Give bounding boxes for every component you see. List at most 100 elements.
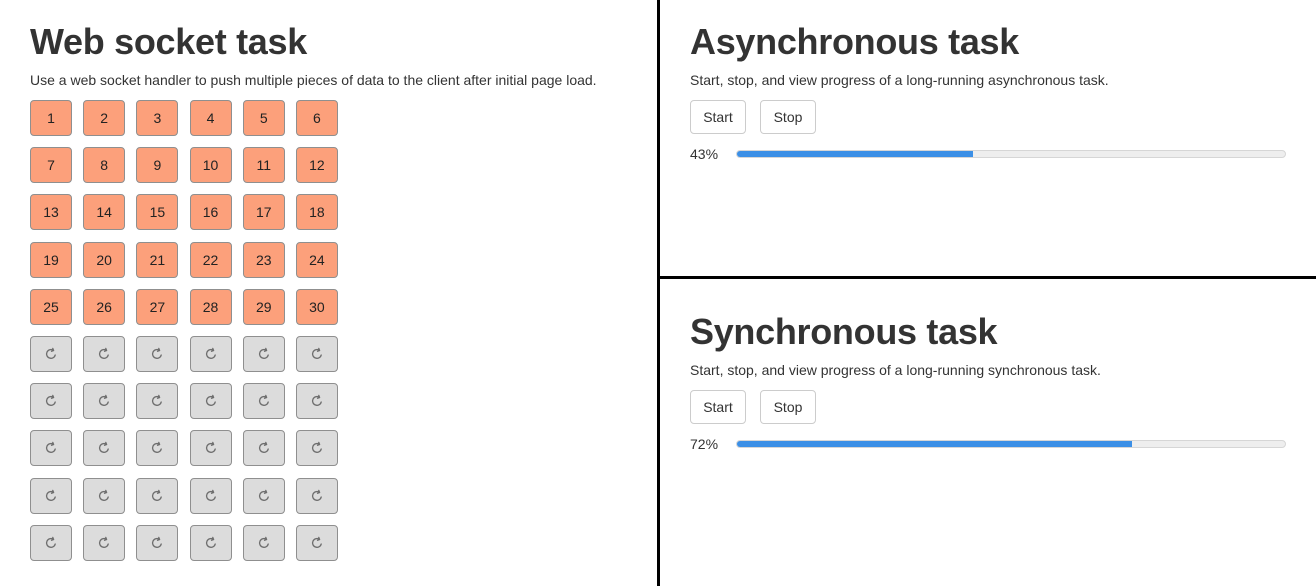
loaded-cell: 24 xyxy=(295,241,338,278)
pending-cell xyxy=(295,524,338,561)
pending-cell xyxy=(83,477,126,514)
refresh-icon xyxy=(150,394,164,408)
loaded-cell: 26 xyxy=(83,288,126,325)
websocket-task-title: Web socket task xyxy=(30,21,307,62)
refresh-icon xyxy=(204,536,218,550)
loaded-cell: 16 xyxy=(189,194,232,231)
loaded-cell: 28 xyxy=(189,288,232,325)
pending-cell xyxy=(30,430,72,467)
page: Web socket task Use a web socket handler… xyxy=(0,0,1316,586)
sync-progress-label: 72% xyxy=(690,436,719,452)
loaded-cell: 30 xyxy=(295,288,338,325)
loaded-cell: 29 xyxy=(242,288,285,325)
pending-cell xyxy=(295,477,338,514)
pending-cell xyxy=(189,477,232,514)
async-start-button[interactable]: Start xyxy=(690,100,746,134)
async-progress-track xyxy=(736,150,1286,158)
refresh-icon xyxy=(150,489,164,503)
sync-progress-track xyxy=(736,440,1286,448)
refresh-icon xyxy=(97,347,111,361)
pending-cell xyxy=(295,430,338,467)
async-progress-fill xyxy=(737,151,973,157)
refresh-icon xyxy=(44,347,58,361)
refresh-icon xyxy=(257,394,271,408)
pending-cell xyxy=(242,335,285,372)
pending-cell xyxy=(189,524,232,561)
loaded-cell: 9 xyxy=(136,147,179,184)
loaded-cell: 19 xyxy=(30,241,72,278)
refresh-icon xyxy=(310,394,324,408)
loaded-cell: 7 xyxy=(30,147,72,184)
refresh-icon xyxy=(44,536,58,550)
pending-cell xyxy=(242,524,285,561)
loaded-cell: 21 xyxy=(136,241,179,278)
refresh-icon xyxy=(150,441,164,455)
pending-cell xyxy=(295,335,338,372)
loaded-cell: 17 xyxy=(242,194,285,231)
sync-stop-button[interactable]: Stop xyxy=(760,390,816,424)
sync-progress-fill xyxy=(737,441,1132,447)
websocket-task-panel: Web socket task Use a web socket handler… xyxy=(0,0,657,586)
refresh-icon xyxy=(310,536,324,550)
pending-cell xyxy=(242,430,285,467)
pending-cell xyxy=(136,524,179,561)
pending-cell xyxy=(295,383,338,420)
pending-cell xyxy=(136,383,179,420)
loaded-cell: 3 xyxy=(136,100,179,136)
pending-cell xyxy=(189,383,232,420)
sync-task-title: Synchronous task xyxy=(690,311,998,352)
refresh-icon xyxy=(204,394,218,408)
websocket-task-description: Use a web socket handler to push multipl… xyxy=(30,72,597,88)
async-task-panel: Asynchronous task Start, stop, and view … xyxy=(660,0,1316,276)
refresh-icon xyxy=(257,347,271,361)
async-progress: 43% xyxy=(690,145,1286,163)
sync-start-button[interactable]: Start xyxy=(690,390,746,424)
refresh-icon xyxy=(204,441,218,455)
pending-cell xyxy=(189,335,232,372)
loaded-cell: 22 xyxy=(189,241,232,278)
refresh-icon xyxy=(97,489,111,503)
refresh-icon xyxy=(310,489,324,503)
loaded-cell: 15 xyxy=(136,194,179,231)
loaded-cell: 8 xyxy=(83,147,126,184)
sync-task-panel: Synchronous task Start, stop, and view p… xyxy=(660,279,1316,586)
refresh-icon xyxy=(204,347,218,361)
loaded-cell: 27 xyxy=(136,288,179,325)
pending-cell xyxy=(83,524,126,561)
async-task-title: Asynchronous task xyxy=(690,21,1019,62)
loaded-cell: 23 xyxy=(242,241,285,278)
pending-cell xyxy=(136,477,179,514)
refresh-icon xyxy=(97,536,111,550)
refresh-icon xyxy=(44,394,58,408)
sync-progress: 72% xyxy=(690,435,1286,453)
sync-task-description: Start, stop, and view progress of a long… xyxy=(690,362,1101,378)
loaded-cell: 11 xyxy=(242,147,285,184)
refresh-icon xyxy=(97,394,111,408)
refresh-icon xyxy=(150,347,164,361)
loaded-cell: 5 xyxy=(242,100,285,136)
loaded-cell: 2 xyxy=(83,100,126,136)
async-stop-button[interactable]: Stop xyxy=(760,100,816,134)
loaded-cell: 14 xyxy=(83,194,126,231)
async-progress-label: 43% xyxy=(690,146,719,162)
pending-cell xyxy=(83,430,126,467)
async-task-description: Start, stop, and view progress of a long… xyxy=(690,72,1109,88)
pending-cell xyxy=(136,335,179,372)
websocket-cell-grid: 1 2 3 4 5 6 7 8 9 10 11 12 13 14 15 16 17 18 19 20 21 22 23 24 2… xyxy=(30,100,338,561)
loaded-cell: 12 xyxy=(295,147,338,184)
loaded-cell: 20 xyxy=(83,241,126,278)
pending-cell xyxy=(30,477,72,514)
pending-cell xyxy=(30,383,72,420)
refresh-icon xyxy=(150,536,164,550)
refresh-icon xyxy=(44,441,58,455)
pending-cell xyxy=(30,524,72,561)
refresh-icon xyxy=(257,441,271,455)
loaded-cell: 18 xyxy=(295,194,338,231)
loaded-cell: 10 xyxy=(189,147,232,184)
loaded-cell: 13 xyxy=(30,194,72,231)
refresh-icon xyxy=(257,536,271,550)
pending-cell xyxy=(242,477,285,514)
loaded-cell: 25 xyxy=(30,288,72,325)
refresh-icon xyxy=(204,489,218,503)
pending-cell xyxy=(83,383,126,420)
